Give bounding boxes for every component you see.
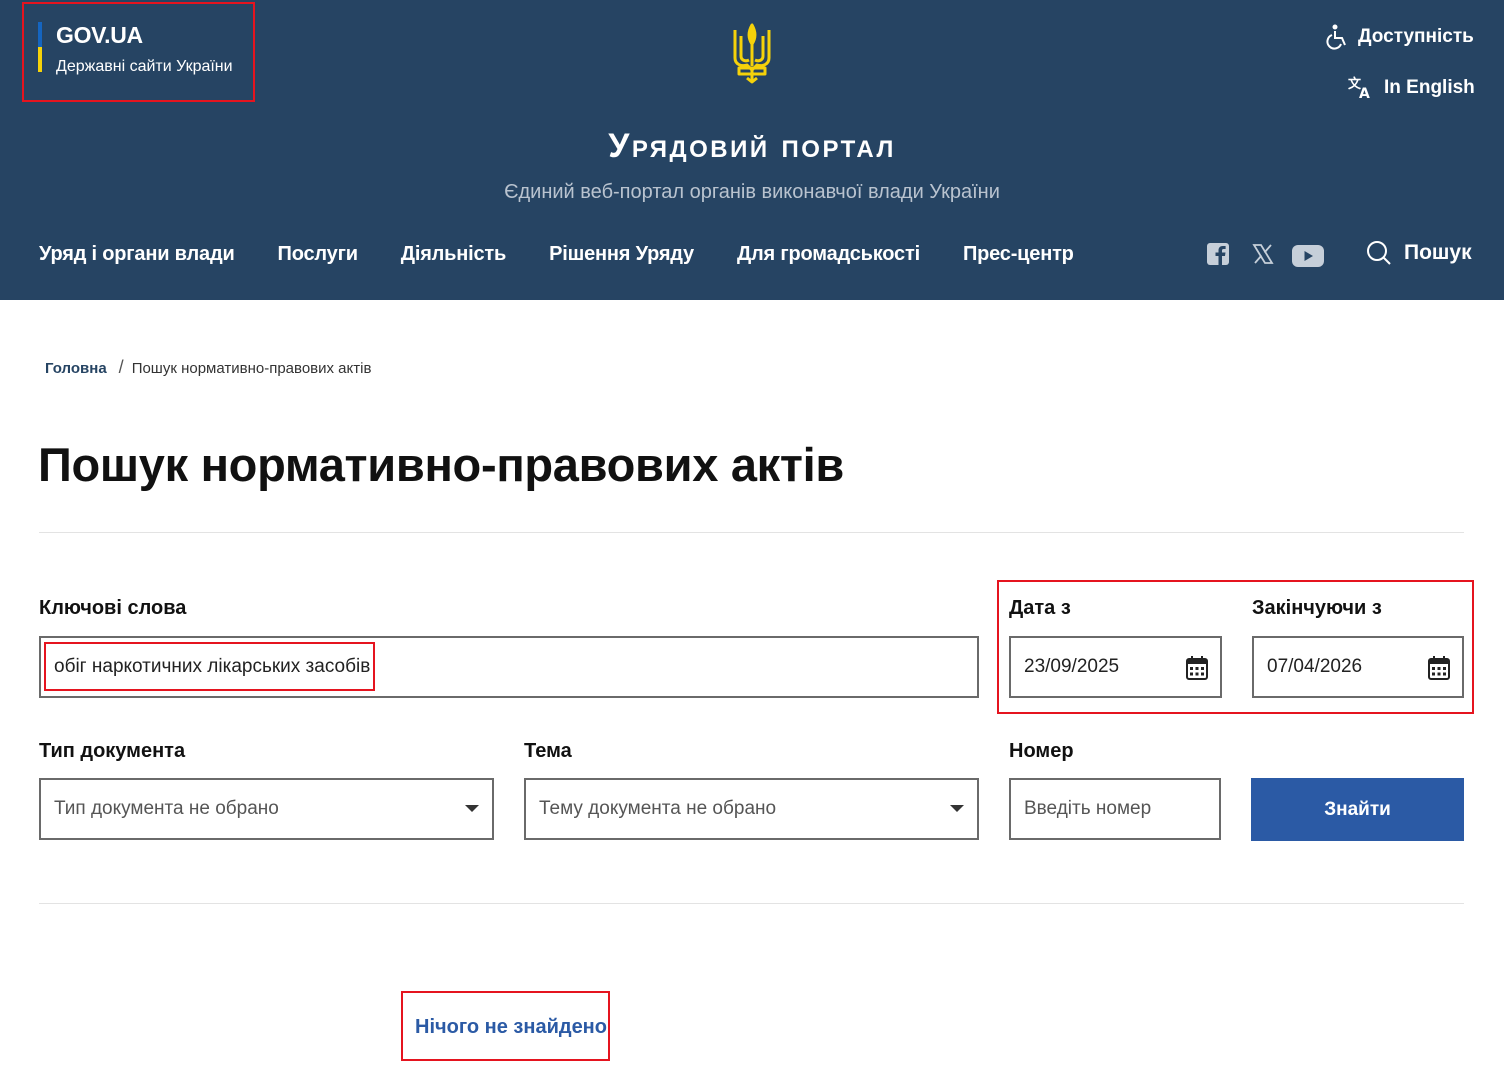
main-nav: Уряд і органи влади Послуги Діяльність Р… — [39, 243, 1117, 266]
govua-title: GOV.UA — [56, 22, 143, 48]
govua-subtitle: Державні сайти України — [56, 58, 233, 75]
portal-title: Урядовий портал — [608, 127, 896, 165]
number-input[interactable]: Введіть номер — [1009, 778, 1221, 840]
page-title: Пошук нормативно-правових актів — [38, 438, 844, 491]
header-search-link[interactable]: Пошук — [1366, 240, 1472, 266]
date-to-input[interactable]: 07/04/2026 — [1252, 636, 1464, 698]
doc-type-select[interactable]: Тип документа не обрано — [39, 778, 494, 840]
calendar-icon[interactable] — [1428, 656, 1450, 680]
facebook-icon[interactable] — [1207, 243, 1229, 270]
youtube-icon[interactable] — [1292, 245, 1324, 272]
date-from-label: Дата з — [1009, 597, 1071, 619]
accessibility-icon — [1326, 24, 1346, 50]
doc-type-value: Тип документа не обрано — [54, 798, 279, 819]
calendar-icon[interactable] — [1186, 656, 1208, 680]
language-label: In English — [1384, 77, 1475, 98]
breadcrumb-separator: / — [118, 357, 124, 377]
nav-item-decisions[interactable]: Рішення Уряду — [549, 243, 694, 266]
chevron-down-icon — [465, 805, 479, 812]
topic-value: Тему документа не обрано — [539, 798, 777, 819]
divider — [39, 903, 1464, 904]
govua-logo-link[interactable]: GOV.UA Державні сайти України — [38, 20, 258, 75]
nav-item-government[interactable]: Уряд і органи влади — [39, 243, 235, 266]
number-label: Номер — [1009, 740, 1074, 762]
date-from-input[interactable]: 23/09/2025 — [1009, 636, 1222, 698]
doc-type-label: Тип документа — [39, 740, 186, 762]
date-to-label: Закінчуючи з — [1252, 597, 1382, 619]
number-placeholder: Введіть номер — [1024, 798, 1152, 819]
site-header: GOV.UA Державні сайти України Доступніст… — [0, 0, 1504, 300]
accessibility-label: Доступність — [1358, 26, 1474, 47]
date-from-value: 23/09/2025 — [1024, 656, 1120, 677]
breadcrumb-current: Пошук нормативно-правових актів — [131, 360, 372, 377]
chevron-down-icon — [950, 805, 964, 812]
breadcrumb-home-link[interactable]: Головна — [45, 360, 107, 377]
nav-item-press[interactable]: Прес-центр — [963, 243, 1074, 266]
english-language-link[interactable]: 文 A In English — [1348, 76, 1475, 100]
keywords-label: Ключові слова — [39, 597, 187, 619]
find-button[interactable]: Знайти — [1251, 778, 1464, 841]
topic-select[interactable]: Тему документа не обрано — [524, 778, 979, 840]
nav-item-activity[interactable]: Діяльність — [401, 243, 507, 266]
portal-subtitle: Єдиний веб-портал органів виконавчої вла… — [504, 181, 1000, 203]
svg-text:A: A — [1359, 86, 1370, 100]
topic-label: Тема — [524, 740, 572, 762]
search-icon — [1367, 241, 1391, 265]
accessibility-link[interactable]: Доступність — [1326, 24, 1474, 50]
translate-icon: 文 A — [1348, 76, 1370, 100]
search-label: Пошук — [1404, 241, 1472, 264]
ukraine-flag-icon — [38, 22, 42, 72]
date-to-value: 07/04/2026 — [1267, 656, 1363, 677]
nav-item-services[interactable]: Послуги — [278, 243, 358, 266]
trident-icon[interactable] — [731, 22, 773, 84]
nav-item-public[interactable]: Для громадськості — [737, 243, 920, 266]
keywords-input[interactable]: обіг наркотичних лікарських засобів — [39, 636, 979, 698]
breadcrumb: Головна / Пошук нормативно-правових акті… — [45, 357, 371, 378]
keywords-value: обіг наркотичних лікарських засобів — [54, 656, 371, 677]
divider — [39, 532, 1464, 533]
x-twitter-icon[interactable] — [1252, 243, 1274, 270]
no-results-message: Нічого не знайдено — [415, 1016, 607, 1038]
